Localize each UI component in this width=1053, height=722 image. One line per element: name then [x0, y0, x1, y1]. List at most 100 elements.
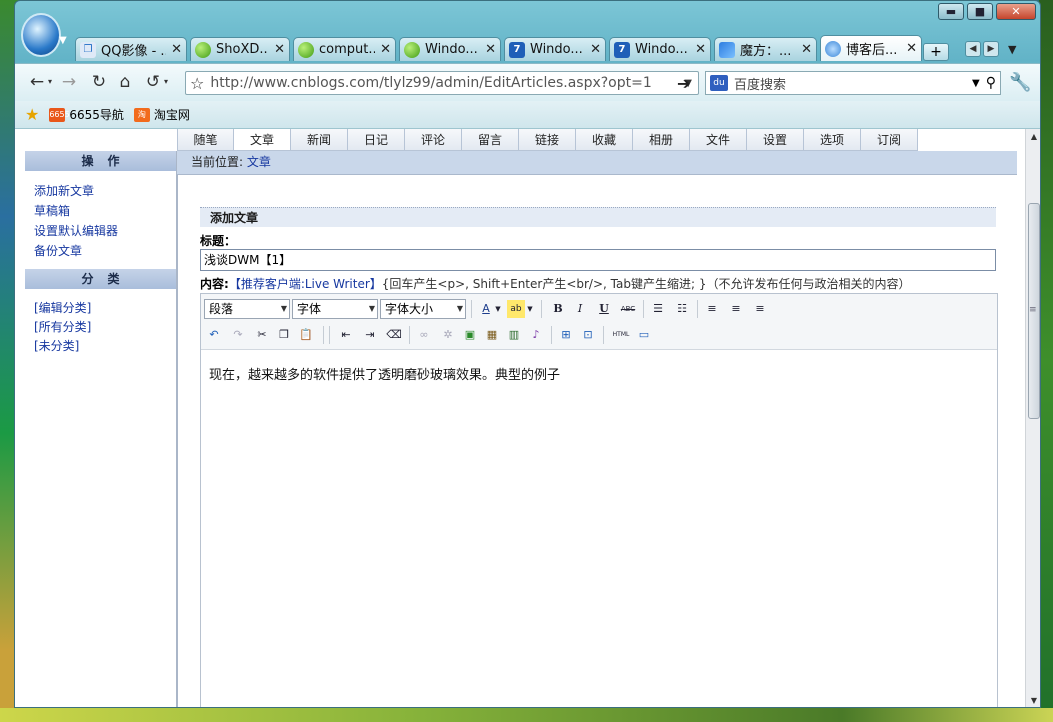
nav-shoucang[interactable]: 收藏 — [576, 129, 633, 151]
close-window-button[interactable]: ✕ — [996, 3, 1036, 20]
undo-close-tab-icon[interactable]: ↺ — [143, 72, 163, 92]
home-icon[interactable]: ⌂ — [115, 72, 135, 92]
search-engine-dropdown-icon[interactable]: ▼ — [972, 78, 980, 89]
fullscreen-icon[interactable]: ▭ — [635, 326, 653, 344]
align-right-icon[interactable]: ≡ — [751, 300, 769, 318]
nav-xiangce[interactable]: 相册 — [633, 129, 690, 151]
nav-lianjie[interactable]: 链接 — [519, 129, 576, 151]
search-input[interactable]: 百度搜索 — [734, 74, 966, 93]
editor-body[interactable]: 现在，越来越多的软件提供了透明磨砂玻璃效果。典型的例子 — [201, 350, 997, 397]
forward-arrow-icon[interactable]: → — [59, 72, 79, 92]
search-icon[interactable]: ⚲ — [986, 75, 996, 91]
unlink-icon[interactable]: ✲ — [439, 326, 457, 344]
refresh-icon[interactable]: ↻ — [89, 72, 109, 92]
nav-suibi[interactable]: 随笔 — [177, 129, 234, 151]
align-left-icon[interactable]: ≡ — [703, 300, 721, 318]
font-size-select[interactable]: 字体大小 ▼ — [380, 299, 466, 319]
wrench-settings-icon[interactable]: 🔧 — [1009, 72, 1031, 93]
sidebar-item-add-article[interactable]: 添加新文章 — [34, 181, 166, 201]
tab-shoxd[interactable]: ShoXD... ✕ — [190, 37, 290, 61]
insert-music-icon[interactable]: ♪ — [527, 326, 545, 344]
new-tab-button[interactable]: + — [923, 43, 949, 61]
paste-icon[interactable]: 📋 — [297, 326, 315, 344]
breadcrumb-link[interactable]: 文章 — [247, 155, 271, 169]
indent-icon[interactable]: ⇥ — [361, 326, 379, 344]
tab-mofang[interactable]: 魔方：... ✕ — [714, 37, 817, 61]
font-color-dropdown-icon[interactable]: ▼ — [493, 300, 503, 318]
bookmark-star-icon[interactable]: ☆ — [190, 74, 204, 93]
tab-windows-1[interactable]: Windo... ✕ — [399, 37, 501, 61]
tab-scroll-right-icon[interactable]: ▶ — [983, 41, 999, 57]
insert-code-icon[interactable]: ⊞ — [557, 326, 575, 344]
close-tab-icon[interactable]: ✕ — [171, 42, 182, 57]
tab-list-dropdown-icon[interactable]: ▼ — [1008, 43, 1016, 56]
nav-wenjian[interactable]: 文件 — [690, 129, 747, 151]
nav-pinglun[interactable]: 评论 — [405, 129, 462, 151]
scroll-down-arrow-icon[interactable]: ▼ — [1026, 693, 1040, 707]
tab-computer[interactable]: comput... ✕ — [293, 37, 396, 61]
bold-button[interactable]: B — [549, 300, 567, 318]
italic-button[interactable]: I — [571, 300, 589, 318]
html-source-button[interactable]: HTML — [609, 326, 633, 344]
tab-windows-2[interactable]: 7 Windo... ✕ — [504, 37, 606, 61]
bookmark-6655[interactable]: 6655 6655导航 — [49, 106, 124, 123]
close-tab-icon[interactable]: ✕ — [274, 42, 285, 57]
go-arrow-icon[interactable]: ➔ — [677, 74, 690, 93]
redo-icon[interactable]: ↷ — [229, 326, 247, 344]
highlight-color-icon[interactable]: ab — [507, 300, 525, 318]
copy-icon[interactable]: ❐ — [275, 326, 293, 344]
title-input[interactable]: 浅谈DWM【1】 — [200, 249, 996, 271]
align-center-icon[interactable]: ≡ — [727, 300, 745, 318]
live-writer-link[interactable]: 【推荐客户端:Live Writer】 — [229, 277, 382, 291]
tab-scroll-left-icon[interactable]: ◀ — [965, 41, 981, 57]
outdent-icon[interactable]: ⇤ — [337, 326, 355, 344]
bullet-list-icon[interactable]: ☰ — [649, 300, 667, 318]
nav-xinwen[interactable]: 新闻 — [291, 129, 348, 151]
font-family-select[interactable]: 字体 ▼ — [292, 299, 378, 319]
sidebar-item-edit-category[interactable]: [编辑分类] — [34, 299, 166, 318]
address-bar[interactable]: ☆ http://www.cnblogs.com/tlylz99/admin/E… — [185, 71, 699, 95]
bookmark-taobao[interactable]: 淘 淘宝网 — [133, 106, 190, 123]
eraser-icon[interactable]: ⌫ — [385, 326, 403, 344]
nav-xuanxiang[interactable]: 选项 — [804, 129, 861, 151]
favorites-star-icon[interactable]: ★ — [25, 105, 39, 124]
url-text[interactable]: http://www.cnblogs.com/tlylz99/admin/Edi… — [210, 75, 678, 91]
tab-qq-image[interactable]: ❐ QQ影像 - ... ✕ — [75, 37, 187, 61]
nav-shezhi[interactable]: 设置 — [747, 129, 804, 151]
scroll-up-arrow-icon[interactable]: ▲ — [1026, 129, 1040, 145]
sidebar-item-uncategorized[interactable]: [未分类] — [34, 337, 166, 356]
nav-riji[interactable]: 日记 — [348, 129, 405, 151]
paragraph-format-select[interactable]: 段落 ▼ — [204, 299, 290, 319]
back-arrow-icon[interactable]: ← — [27, 72, 47, 92]
insert-image-icon[interactable]: ▣ — [461, 326, 479, 344]
strikethrough-button[interactable]: ABC — [619, 300, 637, 318]
baidu-paw-icon[interactable]: du — [710, 75, 728, 91]
nav-wenzhang[interactable]: 文章 — [234, 129, 291, 151]
close-tab-icon[interactable]: ✕ — [906, 41, 917, 56]
sidebar-item-default-editor[interactable]: 设置默认编辑器 — [34, 221, 166, 241]
close-tab-icon[interactable]: ✕ — [485, 42, 496, 57]
insert-picture-icon[interactable]: ▦ — [483, 326, 501, 344]
close-tab-icon[interactable]: ✕ — [801, 42, 812, 57]
browser-menu-arrow-icon[interactable]: ▼ — [59, 35, 67, 46]
sidebar-item-backup[interactable]: 备份文章 — [34, 241, 166, 261]
tab-windows-3[interactable]: 7 Windo... ✕ — [609, 37, 711, 61]
history-dropdown-icon[interactable]: ▾ — [161, 72, 171, 92]
close-tab-icon[interactable]: ✕ — [590, 42, 601, 57]
close-tab-icon[interactable]: ✕ — [695, 42, 706, 57]
tab-blog-admin[interactable]: 博客后... ✕ — [820, 35, 922, 61]
nav-dingyue[interactable]: 订阅 — [861, 129, 918, 151]
highlight-dropdown-icon[interactable]: ▼ — [525, 300, 535, 318]
vertical-scrollbar[interactable]: ▲ ≡ ▼ — [1025, 129, 1040, 707]
sidebar-item-all-category[interactable]: [所有分类] — [34, 318, 166, 337]
search-box[interactable]: du 百度搜索 ▼ ⚲ — [705, 71, 1001, 95]
nav-liuyan[interactable]: 留言 — [462, 129, 519, 151]
maximize-button[interactable]: ■ — [967, 3, 993, 20]
back-dropdown-icon[interactable]: ▾ — [45, 72, 55, 92]
browser-logo-icon[interactable] — [21, 13, 61, 57]
link-icon[interactable]: ∞ — [415, 326, 433, 344]
insert-video-icon[interactable]: ▥ — [505, 326, 523, 344]
minimize-button[interactable]: ▬ — [938, 3, 964, 20]
sidebar-item-drafts[interactable]: 草稿箱 — [34, 201, 166, 221]
cut-icon[interactable]: ✂ — [253, 326, 271, 344]
